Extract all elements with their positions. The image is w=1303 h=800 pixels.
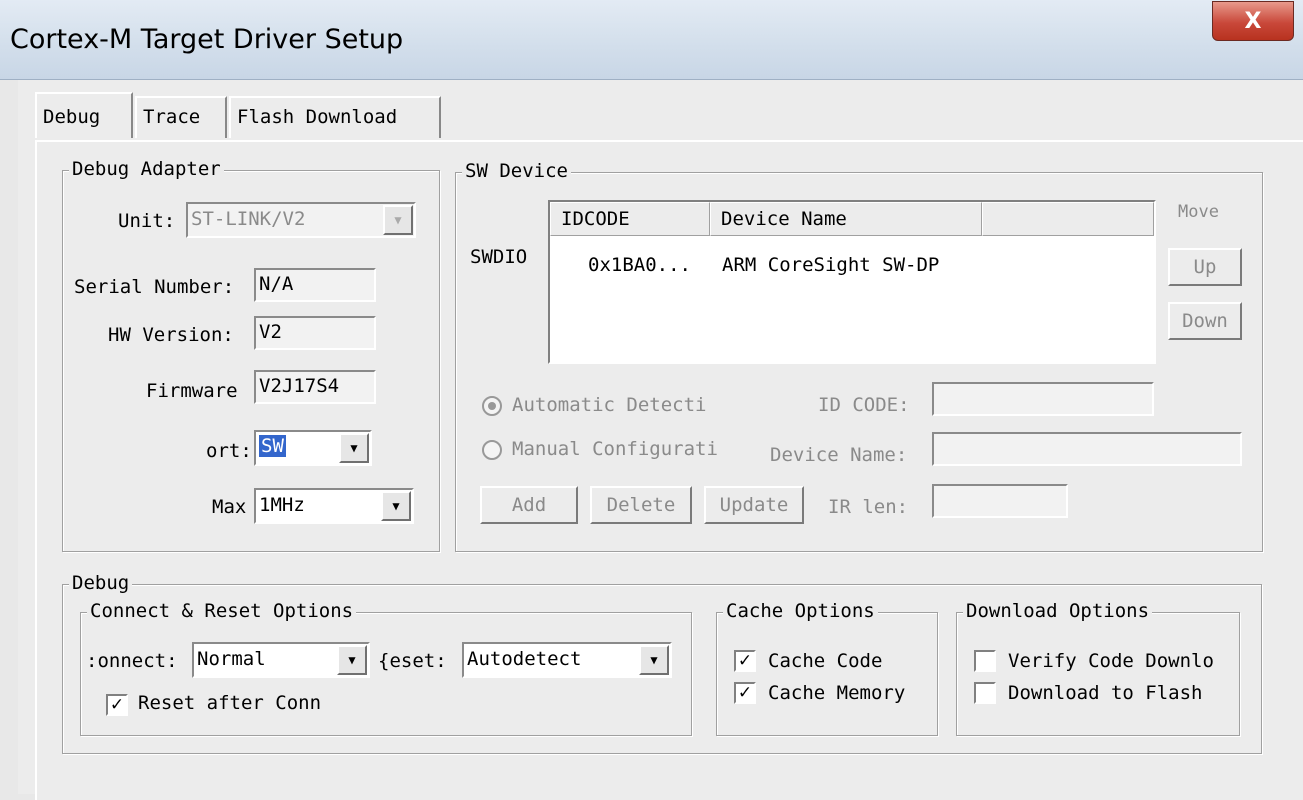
tab-debug[interactable]: Debug (35, 92, 133, 138)
close-button[interactable]: X (1212, 1, 1294, 41)
firmware-label: Firmware (146, 380, 238, 402)
serial-number-label: Serial Number: (74, 276, 235, 298)
close-icon: X (1244, 8, 1262, 34)
chevron-down-icon: ▼ (639, 645, 669, 675)
debug-options-title: Debug (69, 572, 133, 594)
cache-options-group: Cache Options (716, 600, 938, 736)
download-options-group: Download Options (956, 600, 1240, 736)
connect-value: Normal (197, 648, 266, 670)
connect-select[interactable]: Normal ▼ (192, 642, 370, 678)
automatic-detection-radio[interactable] (482, 396, 502, 416)
firmware-field: V2J17S4 (254, 370, 376, 404)
sw-device-list[interactable]: IDCODE Device Name 0x1BA0... ARM CoreSig… (548, 200, 1156, 364)
reset-value: Autodetect (467, 648, 582, 670)
id-code-label: ID CODE: (818, 394, 910, 416)
move-down-button[interactable]: Down (1168, 302, 1242, 340)
max-clock-value: 1MHz (259, 494, 305, 516)
max-clock-select[interactable]: 1MHz ▼ (254, 488, 414, 524)
connect-label: :onnect: (86, 650, 178, 672)
device-name-label: Device Name: (770, 444, 908, 466)
tab-trace[interactable]: Trace (135, 96, 227, 138)
cache-code-checkbox[interactable]: ✓ (734, 650, 756, 672)
max-clock-label: Max (212, 496, 247, 518)
chevron-down-icon: ▼ (339, 433, 369, 463)
debug-adapter-title: Debug Adapter (69, 158, 224, 180)
manual-configuration-label: Manual Configurati (512, 438, 718, 460)
port-select[interactable]: SW ▼ (254, 430, 372, 466)
reset-after-connect-label: Reset after Conn (138, 692, 322, 714)
unit-value: ST-LINK/V2 (191, 208, 306, 230)
serial-number-field: N/A (254, 268, 376, 302)
verify-code-download-checkbox[interactable] (974, 650, 996, 672)
port-label: ort: (206, 440, 252, 462)
manual-configuration-radio[interactable] (482, 440, 502, 460)
cache-memory-label: Cache Memory (768, 682, 906, 704)
move-label: Move (1178, 202, 1219, 222)
update-button[interactable]: Update (704, 486, 804, 524)
hw-version-field: V2 (254, 316, 376, 350)
unit-select[interactable]: ST-LINK/V2 ▼ (186, 202, 416, 238)
row-idcode[interactable]: 0x1BA0... (588, 254, 691, 276)
cache-memory-checkbox[interactable]: ✓ (734, 682, 756, 704)
delete-button[interactable]: Delete (590, 486, 692, 524)
column-header-device-name[interactable]: Device Name (710, 202, 982, 236)
download-options-title: Download Options (963, 600, 1153, 622)
reset-after-connect-checkbox[interactable]: ✓ (106, 694, 128, 716)
download-to-flash-label: Download to Flash (1008, 682, 1203, 704)
device-name-field[interactable] (932, 432, 1242, 466)
verify-code-download-label: Verify Code Downlo (1008, 650, 1214, 672)
cache-code-label: Cache Code (768, 650, 883, 672)
window-title: Cortex-M Target Driver Setup (10, 24, 404, 55)
sw-device-title: SW Device (462, 160, 571, 182)
chevron-down-icon: ▼ (383, 205, 413, 235)
reset-label: {eset: (378, 650, 447, 672)
row-device-name[interactable]: ARM CoreSight SW-DP (722, 254, 939, 276)
reset-select[interactable]: Autodetect ▼ (462, 642, 672, 678)
download-to-flash-checkbox[interactable] (974, 682, 996, 704)
swdio-label: SWDIO (470, 246, 528, 268)
chevron-down-icon: ▼ (337, 645, 367, 675)
hw-version-label: HW Version: (108, 324, 234, 346)
tab-flash-download[interactable]: Flash Download (229, 96, 441, 138)
unit-label: Unit: (118, 210, 176, 232)
cache-options-title: Cache Options (723, 600, 878, 622)
add-button[interactable]: Add (480, 486, 578, 524)
chevron-down-icon: ▼ (381, 491, 411, 521)
ir-len-label: IR len: (828, 496, 909, 518)
connect-reset-title: Connect & Reset Options (87, 600, 357, 622)
move-up-button[interactable]: Up (1168, 248, 1242, 286)
title-bar: Cortex-M Target Driver Setup X (0, 0, 1303, 80)
id-code-field[interactable] (932, 382, 1154, 416)
automatic-detection-label: Automatic Detecti (512, 394, 707, 416)
ir-len-field[interactable] (932, 484, 1068, 518)
column-header-blank (982, 202, 1154, 236)
column-header-idcode[interactable]: IDCODE (550, 202, 710, 236)
port-value: SW (259, 435, 286, 457)
